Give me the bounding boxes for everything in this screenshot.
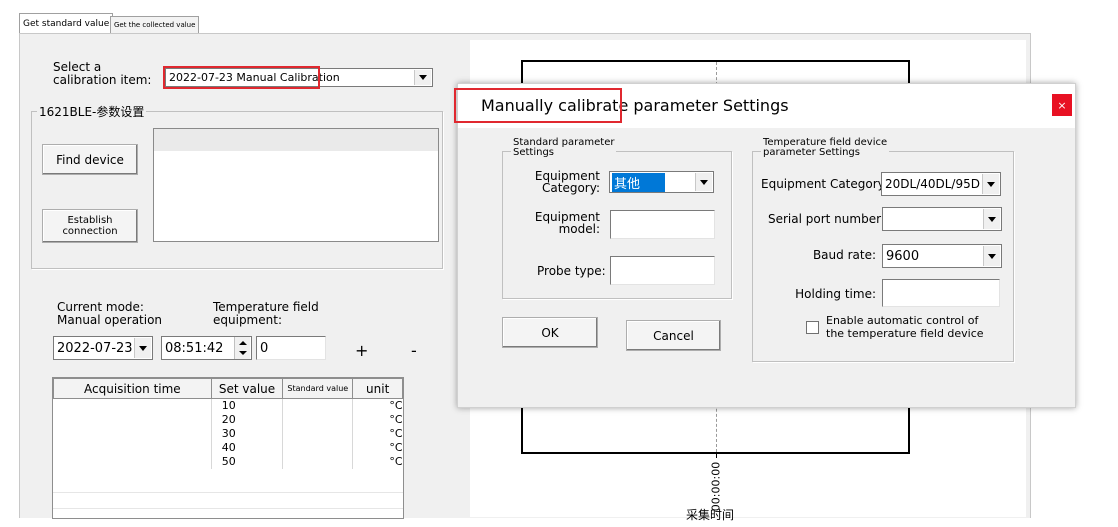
equipment-number-input[interactable]: 0 [256,336,326,360]
serial-port-label: Serial port number: [768,212,885,226]
device-group-title: 1621BLE-参数设置 [37,103,147,120]
current-mode-label: Current mode: Manual operation [57,300,163,327]
probe-type-label: Probe type: [537,264,606,278]
tab-get-standard-value[interactable]: Get standard value [19,13,114,34]
standard-parameter-group-title: Standard parameter Settings [511,137,617,158]
ok-button[interactable]: OK [502,317,598,348]
cell-set: 40 [210,441,283,455]
cell-set: 20 [210,413,283,427]
cell-std [282,413,353,427]
cancel-button[interactable]: Cancel [626,320,721,351]
column-header-set-value[interactable]: Set value [210,378,284,399]
cell-std [282,455,353,469]
tab-get-collected-value[interactable]: Get the collected value [110,16,200,33]
column-header-standard-value[interactable]: Standard value [282,378,354,399]
table-row[interactable]: 10 °C [54,398,403,414]
table-row[interactable]: 20 °C [54,413,403,427]
column-header-acquisition-time[interactable]: Acquisition time [53,378,212,399]
cell-unit: °C [352,413,403,427]
title-highlight-box [454,88,622,123]
cell-std [282,427,353,441]
calibration-select-label: Select a calibration item: [53,60,152,87]
temp-equipment-category-label: Equipment Category: [761,177,888,191]
serial-port-select[interactable] [882,207,1002,231]
cell-set: 50 [210,455,283,469]
table-divider [53,492,403,493]
auto-control-checkbox[interactable] [806,321,819,334]
find-device-button[interactable]: Find device [42,144,138,175]
plus-button[interactable]: + [355,341,368,360]
table-row[interactable]: 50 °C [54,455,403,469]
spin-up-icon[interactable] [239,341,247,345]
table-row[interactable]: 40 °C [54,441,403,455]
data-table[interactable]: Acquisition time Set value Standard valu… [52,377,404,519]
temp-equipment-category-value: 20DL/40DL/95D [885,177,980,191]
cell-unit: °C [352,455,403,469]
holding-time-input[interactable] [882,279,1000,307]
highlight-box [163,66,320,89]
table-divider [53,508,403,509]
baud-rate-value: 9600 [886,248,920,264]
manual-calibration-dialog: Manually calibrate parameter Settings × … [454,83,1076,408]
chart-x-axis-label: 采集时间 [686,508,735,522]
chevron-down-icon[interactable] [134,338,151,358]
cell-time [54,413,212,427]
temperature-field-label: Temperature field equipment: [213,300,319,327]
baud-rate-label: Baud rate: [812,248,876,262]
cell-time [54,427,212,441]
cell-set: 10 [210,398,283,413]
cell-unit: °C [352,427,403,441]
chevron-down-icon[interactable] [695,173,712,191]
cell-std [282,398,353,413]
probe-type-input[interactable] [610,256,715,285]
device-list[interactable] [153,128,439,242]
holding-time-label: Holding time: [795,287,876,301]
cell-time [54,455,212,469]
auto-control-label: Enable automatic control of the temperat… [826,314,984,340]
baud-rate-select[interactable]: 9600 [882,244,1002,268]
table-row[interactable]: 30 °C [54,427,403,441]
minus-button[interactable]: - [411,341,417,360]
equipment-model-input[interactable] [610,210,715,239]
date-value: 2022-07-23 [57,340,133,356]
cell-unit: °C [352,398,403,413]
cell-time [54,441,212,455]
time-value: 08:51:42 [165,340,224,356]
temp-equipment-category-select[interactable]: 20DL/40DL/95D [881,172,1001,196]
table-header-row: Acquisition time Set value Standard valu… [53,378,403,399]
chevron-down-icon[interactable] [983,209,1000,229]
cell-set: 30 [210,427,283,441]
establish-connection-button[interactable]: Establish connection [42,209,138,243]
cell-unit: °C [352,441,403,455]
equipment-category-value: 其他 [612,172,666,192]
chevron-down-icon[interactable] [983,246,1000,266]
equipment-category-select[interactable]: 其他 [609,171,714,193]
equipment-category-label: Equipment Category: [534,169,600,195]
close-icon[interactable]: × [1052,94,1072,116]
spin-down-icon[interactable] [239,351,247,355]
date-picker[interactable]: 2022-07-23 [53,336,153,360]
chevron-down-icon[interactable] [982,174,999,194]
equipment-model-label: Equipment model: [534,210,600,236]
time-spinner[interactable] [234,337,250,359]
temperature-field-group-title: Temperature field device parameter Setti… [761,137,890,158]
device-list-header [154,129,438,151]
cell-std [282,441,353,455]
column-header-unit[interactable]: unit [352,378,403,399]
chevron-down-icon[interactable] [414,70,431,85]
cell-time [54,399,212,414]
